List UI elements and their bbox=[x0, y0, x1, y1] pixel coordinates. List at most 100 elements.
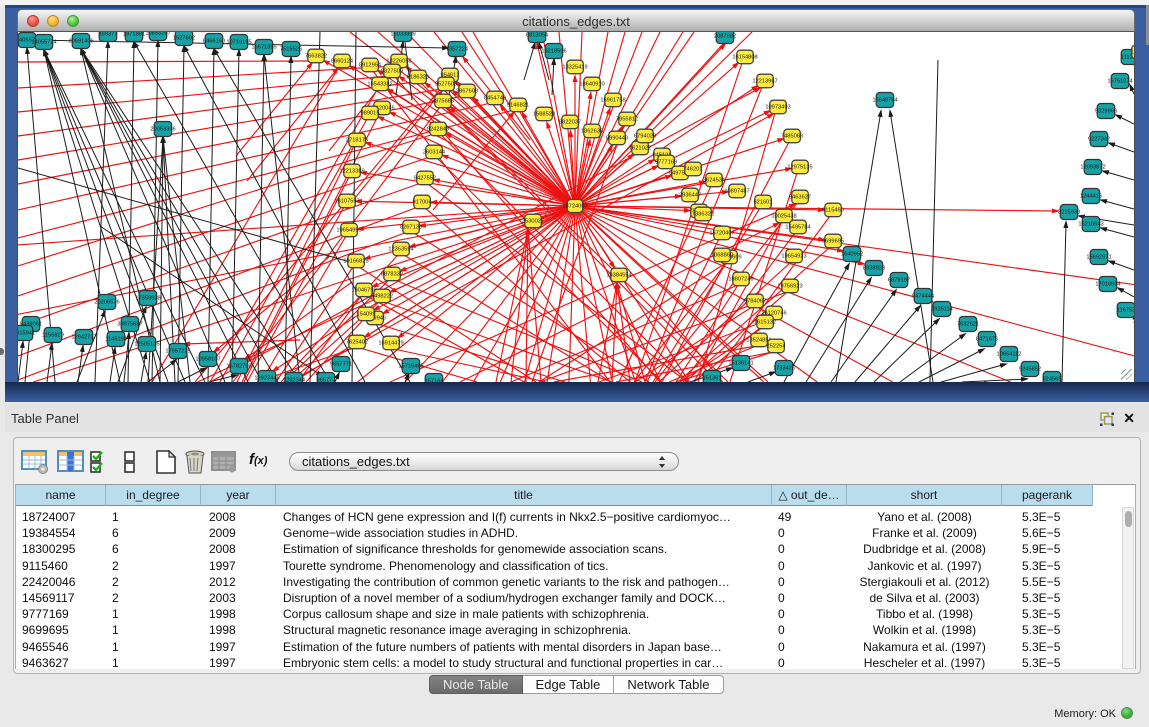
svg-text:1156829: 1156829 bbox=[42, 332, 64, 338]
svg-text:7357224: 7357224 bbox=[446, 46, 468, 52]
svg-text:12942737: 12942737 bbox=[71, 334, 96, 340]
svg-text:8878332: 8878332 bbox=[381, 271, 403, 277]
svg-text:6794028: 6794028 bbox=[634, 133, 656, 139]
svg-text:10719185: 10719185 bbox=[226, 39, 251, 45]
svg-text:151361: 151361 bbox=[703, 375, 722, 381]
svg-text:154099: 154099 bbox=[357, 311, 376, 317]
svg-text:8660124: 8660124 bbox=[331, 58, 353, 64]
svg-text:16033809: 16033809 bbox=[390, 32, 415, 37]
svg-text:2935114: 2935114 bbox=[931, 306, 953, 312]
svg-text:20691406: 20691406 bbox=[68, 38, 93, 44]
svg-text:17016504: 17016504 bbox=[1095, 281, 1120, 287]
svg-text:7663822: 7663822 bbox=[305, 53, 327, 59]
svg-text:9115460: 9115460 bbox=[822, 207, 844, 213]
svg-text:9146821: 9146821 bbox=[507, 102, 529, 108]
svg-text:16914479: 16914479 bbox=[378, 340, 403, 346]
svg-text:12093872: 12093872 bbox=[1080, 164, 1105, 170]
svg-text:7632621: 7632621 bbox=[957, 321, 979, 327]
svg-text:8938923: 8938923 bbox=[863, 265, 885, 271]
svg-text:13226058: 13226058 bbox=[386, 58, 411, 64]
svg-text:10807487: 10807487 bbox=[724, 188, 749, 194]
svg-text:169377: 169377 bbox=[99, 32, 118, 37]
svg-text:16961758: 16961758 bbox=[600, 97, 625, 103]
svg-text:16671355: 16671355 bbox=[251, 44, 276, 50]
svg-text:18640910: 18640910 bbox=[579, 81, 604, 87]
svg-text:10025438: 10025438 bbox=[771, 213, 796, 219]
svg-text:917004: 917004 bbox=[413, 199, 432, 205]
svg-text:1733426: 1733426 bbox=[773, 365, 795, 371]
svg-text:2087682: 2087682 bbox=[714, 33, 736, 39]
svg-text:7386322: 7386322 bbox=[692, 211, 714, 217]
svg-text:1362635: 1362635 bbox=[581, 128, 603, 134]
svg-text:3624534: 3624534 bbox=[703, 177, 725, 183]
svg-text:12975135: 12975135 bbox=[787, 164, 812, 170]
svg-text:10958107: 10958107 bbox=[195, 356, 220, 362]
svg-text:16648784: 16648784 bbox=[872, 97, 897, 103]
svg-text:746201: 746201 bbox=[684, 166, 703, 172]
svg-text:16210643: 16210643 bbox=[1078, 221, 1103, 227]
svg-text:2718176: 2718176 bbox=[346, 137, 368, 143]
svg-text:8186323: 8186323 bbox=[407, 74, 429, 80]
svg-text:15692971: 15692971 bbox=[1086, 254, 1111, 260]
svg-text:3915941: 3915941 bbox=[18, 330, 35, 336]
svg-text:3875685: 3875685 bbox=[432, 98, 454, 104]
svg-text:20206576: 20206576 bbox=[94, 299, 119, 305]
svg-text:17359938: 17359938 bbox=[135, 295, 160, 301]
svg-text:9245652: 9245652 bbox=[1019, 366, 1041, 372]
svg-text:8454749: 8454749 bbox=[484, 95, 506, 101]
svg-text:9463627: 9463627 bbox=[789, 194, 811, 200]
svg-text:10654112: 10654112 bbox=[997, 351, 1022, 357]
svg-text:16782759: 16782759 bbox=[226, 363, 251, 369]
svg-text:6466160: 6466160 bbox=[203, 38, 225, 44]
svg-text:8813054: 8813054 bbox=[526, 32, 548, 38]
svg-text:39975887: 39975887 bbox=[117, 321, 142, 327]
svg-text:1145194: 1145194 bbox=[105, 336, 127, 342]
svg-text:9777169: 9777169 bbox=[655, 159, 677, 165]
svg-text:12923446: 12923446 bbox=[254, 375, 279, 381]
svg-text:19756923: 19756923 bbox=[777, 283, 802, 289]
svg-text:15716485: 15716485 bbox=[398, 363, 423, 369]
svg-text:12213967: 12213967 bbox=[752, 78, 777, 84]
svg-text:16154808: 16154808 bbox=[732, 54, 757, 60]
svg-text:5498222: 5498222 bbox=[371, 293, 393, 299]
svg-text:1068860: 1068860 bbox=[711, 252, 733, 258]
svg-text:1871881: 1871881 bbox=[123, 32, 145, 37]
svg-text:6879197: 6879197 bbox=[888, 277, 910, 283]
svg-text:9527508: 9527508 bbox=[435, 81, 457, 87]
svg-text:9784067: 9784067 bbox=[744, 298, 766, 304]
svg-text:1527602: 1527602 bbox=[173, 35, 195, 41]
svg-text:2936447: 2936447 bbox=[679, 192, 701, 198]
svg-text:19166825: 19166825 bbox=[343, 258, 368, 264]
svg-text:9327509: 9327509 bbox=[381, 68, 403, 74]
svg-text:12505135: 12505135 bbox=[134, 341, 159, 347]
svg-text:1244415: 1244415 bbox=[1080, 193, 1102, 199]
svg-text:9227342: 9227342 bbox=[1088, 136, 1110, 142]
svg-text:10853267: 10853267 bbox=[145, 32, 170, 36]
svg-text:18807249: 18807249 bbox=[728, 276, 753, 282]
svg-text:9657771: 9657771 bbox=[330, 361, 352, 367]
svg-text:9699695: 9699695 bbox=[822, 238, 844, 244]
svg-text:16543382: 16543382 bbox=[367, 81, 392, 87]
svg-text:1615132: 1615132 bbox=[754, 319, 776, 325]
svg-text:19218506: 19218506 bbox=[541, 48, 566, 54]
svg-text:10973493: 10973493 bbox=[765, 104, 790, 110]
svg-text:8912954: 8912954 bbox=[359, 62, 381, 68]
svg-text:7955812: 7955812 bbox=[616, 116, 638, 122]
svg-text:8990448: 8990448 bbox=[606, 135, 628, 141]
svg-text:17957225: 17957225 bbox=[165, 348, 190, 354]
svg-text:8427552: 8427552 bbox=[414, 175, 436, 181]
svg-text:621601: 621601 bbox=[754, 199, 773, 205]
svg-text:1621022: 1621022 bbox=[629, 145, 651, 151]
svg-text:19384554: 19384554 bbox=[606, 272, 631, 278]
svg-text:252254: 252254 bbox=[767, 343, 786, 349]
svg-text:7625402: 7625402 bbox=[346, 339, 368, 345]
svg-text:15495784: 15495784 bbox=[785, 224, 810, 230]
svg-text:15136141: 15136141 bbox=[728, 360, 753, 366]
svg-text:18724007: 18724007 bbox=[562, 203, 587, 209]
svg-text:2603144: 2603144 bbox=[423, 149, 445, 155]
svg-text:13325419: 13325419 bbox=[562, 64, 587, 70]
svg-text:9474444: 9474444 bbox=[912, 293, 934, 299]
svg-text:19654923: 19654923 bbox=[781, 253, 806, 259]
svg-text:7515526: 7515526 bbox=[280, 46, 302, 52]
svg-text:123218: 123218 bbox=[1131, 49, 1134, 55]
